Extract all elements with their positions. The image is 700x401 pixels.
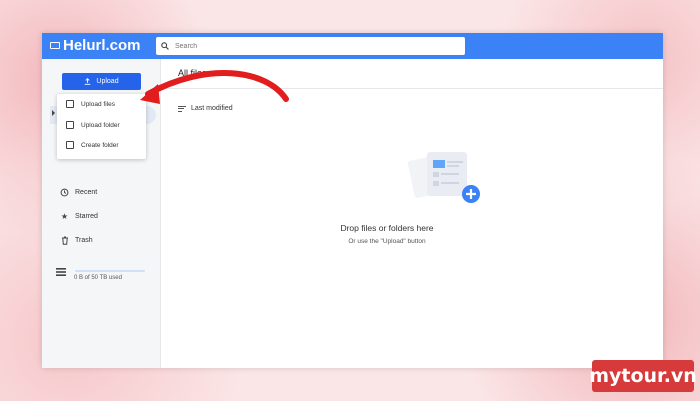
folder-plus-icon — [66, 141, 74, 149]
menu-item-upload-files[interactable]: Upload files — [66, 100, 115, 108]
storage-progress-bar — [75, 270, 145, 272]
sidebar-item-label: Trash — [75, 237, 93, 244]
menu-item-label: Upload folder — [81, 121, 120, 129]
storage-usage-text: 0 B of 50 TB used — [74, 275, 122, 281]
brand-logo[interactable]: Helurl.com — [50, 37, 141, 54]
empty-state-title: Drop files or folders here — [340, 223, 434, 233]
annotation-arrow-icon — [140, 70, 289, 104]
upload-icon — [85, 78, 91, 85]
upload-button-label: Upload — [96, 78, 119, 85]
top-bar: Helurl.com — [42, 33, 663, 59]
search-box[interactable] — [156, 37, 465, 55]
menu-item-upload-folder[interactable]: Upload folder — [66, 121, 120, 129]
sidebar-item-starred[interactable]: ★ Starred — [60, 212, 98, 221]
search-input[interactable] — [175, 42, 455, 50]
sidebar-item-label: Starred — [75, 213, 98, 220]
empty-state-subtitle: Or use the "Upload" button — [348, 238, 426, 245]
upload-dropdown-menu: Upload files Upload folder Create folder — [57, 94, 146, 159]
clock-icon — [60, 188, 69, 197]
menu-item-label: Create folder — [81, 141, 119, 149]
file-upload-icon — [66, 100, 74, 108]
brand-name: Helurl.com — [63, 37, 141, 54]
storage-icon — [56, 268, 66, 276]
sidebar-item-trash[interactable]: Trash — [60, 236, 93, 245]
sidebar-item-recent[interactable]: Recent — [60, 188, 97, 197]
star-icon: ★ — [60, 212, 69, 221]
sidebar-item-label: Recent — [75, 189, 98, 196]
upload-button[interactable]: Upload — [62, 73, 141, 90]
menu-item-label: Upload files — [81, 100, 115, 108]
folder-upload-icon — [66, 121, 74, 129]
trash-icon — [60, 236, 69, 245]
menu-item-create-folder[interactable]: Create folder — [66, 141, 119, 149]
search-icon — [161, 42, 169, 50]
empty-state-illustration-icon — [407, 152, 480, 203]
watermark-badge: mytour.vn — [589, 360, 697, 392]
expand-caret-icon[interactable] — [52, 110, 55, 116]
logo-icon — [50, 42, 60, 49]
